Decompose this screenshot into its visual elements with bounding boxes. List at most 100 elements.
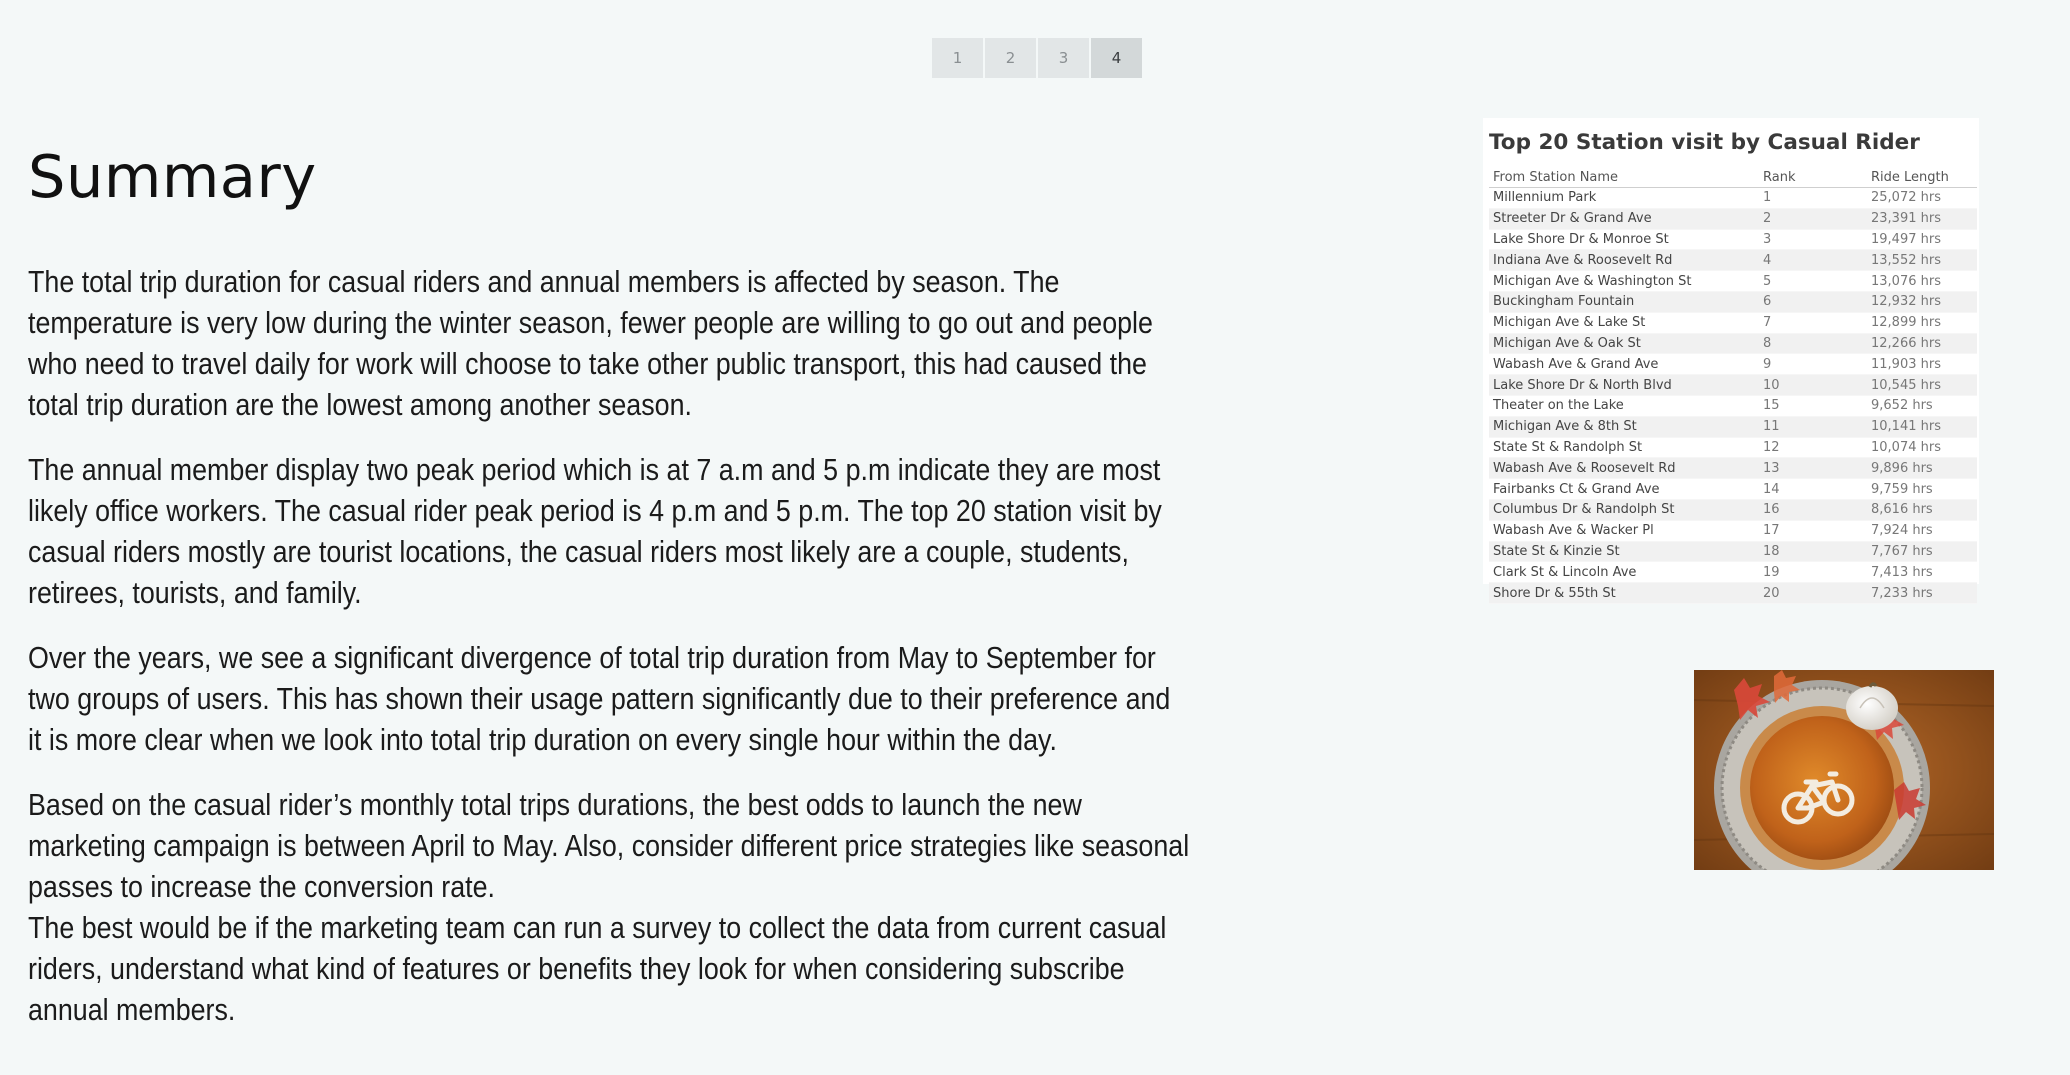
ride-length-cell: 12,266 hrs — [1871, 335, 1941, 351]
station-name-cell: Lake Shore Dr & Monroe St — [1493, 231, 1669, 247]
ride-length-cell: 9,652 hrs — [1871, 398, 1933, 414]
rank-cell: 6 — [1763, 294, 1772, 310]
table-row: Lake Shore Dr & North Blvd 10 10,545 hrs — [1489, 375, 1977, 396]
table-row: Millennium Park 1 25,072 hrs — [1489, 188, 1977, 209]
table-row: Fairbanks Ct & Grand Ave 14 9,759 hrs — [1489, 479, 1977, 500]
ride-length-cell: 7,767 hrs — [1871, 543, 1933, 559]
table-row: State St & Kinzie St 18 7,767 hrs — [1489, 541, 1977, 563]
summary-paragraph: The annual member display two peak perio… — [28, 453, 1162, 610]
column-header-rank: Rank — [1763, 170, 1796, 185]
ride-length-cell: 9,896 hrs — [1871, 460, 1933, 476]
station-name-cell: Michigan Ave & Oak St — [1493, 335, 1641, 351]
rank-cell: 4 — [1763, 252, 1772, 268]
station-name-cell: Buckingham Fountain — [1493, 294, 1635, 310]
rank-cell: 8 — [1763, 335, 1772, 351]
station-table-title: Top 20 Station visit by Casual Rider — [1489, 130, 1920, 155]
station-name-cell: Wabash Ave & Roosevelt Rd — [1493, 460, 1676, 476]
pumpkin-pie-bicycle-image — [1694, 670, 1994, 870]
ride-length-cell: 11,903 hrs — [1871, 356, 1941, 372]
rank-cell: 16 — [1763, 502, 1780, 518]
rank-cell: 18 — [1763, 543, 1780, 559]
ride-length-cell: 9,759 hrs — [1871, 481, 1933, 497]
page-3-button[interactable]: 3 — [1038, 38, 1089, 78]
rank-cell: 17 — [1763, 523, 1780, 539]
station-table: From Station Name Rank Ride Length Mille… — [1489, 168, 1977, 604]
summary-paragraph: Over the years, we see a significant div… — [28, 641, 1171, 757]
ride-length-cell: 8,616 hrs — [1871, 502, 1933, 518]
table-row: Michigan Ave & Washington St 5 13,076 hrs — [1489, 271, 1977, 292]
table-row: Clark St & Lincoln Ave 19 7,413 hrs — [1489, 562, 1977, 584]
station-name-cell: Michigan Ave & Lake St — [1493, 315, 1646, 331]
table-row: Buckingham Fountain 6 12,932 hrs — [1489, 291, 1977, 313]
page-4-button[interactable]: 4 — [1091, 38, 1142, 78]
page-navigation: 1 2 3 4 — [932, 38, 1142, 78]
table-row: Wabash Ave & Roosevelt Rd 13 9,896 hrs — [1489, 458, 1977, 480]
table-row: Wabash Ave & Grand Ave 9 11,903 hrs — [1489, 354, 1977, 376]
column-header-ride-length: Ride Length — [1871, 170, 1949, 185]
rank-cell: 3 — [1763, 231, 1772, 247]
table-row: Michigan Ave & Oak St 8 12,266 hrs — [1489, 333, 1977, 355]
table-row: Streeter Dr & Grand Ave 2 23,391 hrs — [1489, 208, 1977, 230]
station-name-cell: Theater on the Lake — [1493, 398, 1624, 414]
rank-cell: 19 — [1763, 564, 1780, 580]
table-row: Lake Shore Dr & Monroe St 3 19,497 hrs — [1489, 230, 1977, 251]
table-row: Theater on the Lake 15 9,652 hrs — [1489, 396, 1977, 417]
ride-length-cell: 10,545 hrs — [1871, 377, 1941, 393]
ride-length-cell: 13,552 hrs — [1871, 252, 1941, 268]
summary-paragraph: The total trip duration for casual rider… — [28, 265, 1153, 422]
table-row: Shore Dr & 55th St 20 7,233 hrs — [1489, 583, 1977, 604]
rank-cell: 20 — [1763, 585, 1780, 601]
rank-cell: 7 — [1763, 315, 1772, 331]
station-name-cell: Shore Dr & 55th St — [1493, 585, 1616, 601]
rank-cell: 9 — [1763, 356, 1772, 372]
table-row: Michigan Ave & 8th St 11 10,141 hrs — [1489, 416, 1977, 438]
rank-cell: 2 — [1763, 211, 1772, 227]
table-row: Wabash Ave & Wacker Pl 17 7,924 hrs — [1489, 521, 1977, 542]
summary-body: The total trip duration for casual rider… — [28, 262, 1190, 1031]
ride-length-cell: 10,141 hrs — [1871, 419, 1941, 435]
ride-length-cell: 13,076 hrs — [1871, 273, 1941, 289]
rank-cell: 15 — [1763, 398, 1780, 414]
page-1-button[interactable]: 1 — [932, 38, 983, 78]
station-name-cell: Wabash Ave & Grand Ave — [1493, 356, 1659, 372]
rank-cell: 14 — [1763, 481, 1780, 497]
table-row: Indiana Ave & Roosevelt Rd 4 13,552 hrs — [1489, 250, 1977, 272]
rank-cell: 10 — [1763, 377, 1780, 393]
summary-paragraph: The best would be if the marketing team … — [28, 911, 1167, 1027]
station-name-cell: Millennium Park — [1493, 190, 1597, 206]
station-name-cell: Columbus Dr & Randolph St — [1493, 502, 1675, 518]
station-name-cell: Michigan Ave & Washington St — [1493, 273, 1692, 289]
ride-length-cell: 19,497 hrs — [1871, 231, 1941, 247]
rank-cell: 13 — [1763, 460, 1780, 476]
rank-cell: 5 — [1763, 273, 1772, 289]
station-name-cell: Clark St & Lincoln Ave — [1493, 564, 1637, 580]
station-table-card: Top 20 Station visit by Casual Rider Fro… — [1483, 118, 1979, 604]
ride-length-cell: 23,391 hrs — [1871, 211, 1941, 227]
table-row: Columbus Dr & Randolph St 16 8,616 hrs — [1489, 499, 1977, 521]
table-row: Michigan Ave & Lake St 7 12,899 hrs — [1489, 313, 1977, 334]
summary-paragraph: Based on the casual rider’s monthly tota… — [28, 788, 1190, 904]
table-row: State St & Randolph St 12 10,074 hrs — [1489, 438, 1977, 459]
ride-length-cell: 25,072 hrs — [1871, 190, 1941, 206]
table-header-row: From Station Name Rank Ride Length — [1489, 168, 1977, 188]
pie-illustration — [1694, 670, 1994, 870]
station-name-cell: Fairbanks Ct & Grand Ave — [1493, 481, 1660, 497]
station-name-cell: Wabash Ave & Wacker Pl — [1493, 523, 1654, 539]
ride-length-cell: 10,074 hrs — [1871, 439, 1941, 455]
ride-length-cell: 7,924 hrs — [1871, 523, 1933, 539]
station-name-cell: Lake Shore Dr & North Blvd — [1493, 377, 1672, 393]
station-name-cell: State St & Kinzie St — [1493, 543, 1620, 559]
ride-length-cell: 7,413 hrs — [1871, 564, 1933, 580]
station-name-cell: Indiana Ave & Roosevelt Rd — [1493, 252, 1673, 268]
station-name-cell: Michigan Ave & 8th St — [1493, 419, 1637, 435]
station-name-cell: Streeter Dr & Grand Ave — [1493, 211, 1652, 227]
rank-cell: 1 — [1763, 190, 1772, 206]
rank-cell: 11 — [1763, 419, 1780, 435]
column-header-station: From Station Name — [1493, 170, 1619, 185]
page-2-button[interactable]: 2 — [985, 38, 1036, 78]
page-title: Summary — [28, 142, 317, 211]
ride-length-cell: 12,899 hrs — [1871, 315, 1941, 331]
ride-length-cell: 7,233 hrs — [1871, 585, 1933, 601]
station-name-cell: State St & Randolph St — [1493, 439, 1643, 455]
rank-cell: 12 — [1763, 439, 1780, 455]
